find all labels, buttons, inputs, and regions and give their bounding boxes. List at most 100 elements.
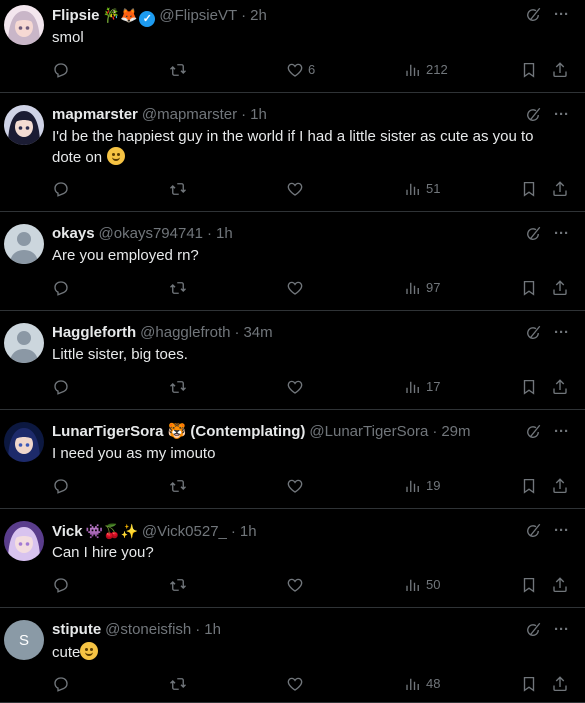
display-name[interactable]: LunarTigerSora 🐯 (Contemplating): [52, 423, 305, 440]
like-icon: [286, 675, 304, 693]
user-handle[interactable]: @LunarTigerSora: [309, 423, 428, 440]
timestamp[interactable]: 1h: [250, 106, 267, 123]
reply-button[interactable]: [52, 674, 70, 694]
views-button[interactable]: 51: [404, 179, 440, 199]
verified-badge-icon: ✓: [139, 11, 156, 27]
avatar[interactable]: [4, 521, 44, 561]
like-button[interactable]: [286, 674, 308, 694]
retweet-button[interactable]: [169, 377, 187, 397]
grok-icon[interactable]: [524, 621, 542, 639]
reply-tweet[interactable]: okays @okays794741 · 1h ··· Are you employed …: [0, 212, 585, 311]
user-handle[interactable]: @FlipsieVT: [159, 7, 237, 24]
reply-tweet[interactable]: Haggleforth @hagglefroth · 34m ··· Little sis…: [0, 311, 585, 410]
retweet-button[interactable]: [169, 60, 187, 80]
share-button[interactable]: [551, 278, 569, 298]
avatar[interactable]: [4, 5, 44, 45]
share-button[interactable]: [551, 674, 569, 694]
share-button[interactable]: [551, 60, 569, 80]
retweet-button[interactable]: [169, 278, 187, 298]
user-handle[interactable]: @stoneisfish: [105, 621, 191, 638]
views-button[interactable]: 97: [404, 278, 440, 298]
timestamp[interactable]: 34m: [243, 324, 272, 341]
retweet-button[interactable]: [169, 575, 187, 595]
display-name[interactable]: Haggleforth: [52, 324, 136, 341]
share-button[interactable]: [551, 179, 569, 199]
retweet-button[interactable]: [169, 179, 187, 199]
user-handle[interactable]: @okays794741: [99, 225, 203, 242]
separator-dot: ·: [432, 423, 438, 440]
reply-button[interactable]: [52, 476, 70, 496]
reply-tweet[interactable]: Vick 👾🍒✨ @Vick0527_ · 1h ··· Can I hire you? 50: [0, 509, 585, 608]
reply-button[interactable]: [52, 60, 70, 80]
like-button[interactable]: [286, 575, 308, 595]
grok-icon[interactable]: [524, 324, 542, 342]
avatar[interactable]: [4, 323, 44, 363]
grok-icon[interactable]: [524, 106, 542, 124]
reply-tweet[interactable]: Sstipute @stoneisfish · 1h ··· cute 48: [0, 608, 585, 703]
views-button[interactable]: 19: [404, 476, 440, 496]
reply-button[interactable]: [52, 179, 70, 199]
user-handle[interactable]: @mapmarster: [142, 106, 237, 123]
avatar[interactable]: [4, 105, 44, 145]
views-icon: [404, 477, 422, 495]
user-handle[interactable]: @hagglefroth: [140, 324, 230, 341]
reply-tweet[interactable]: mapmarster @mapmarster · 1h ··· I'd be the ha…: [0, 93, 585, 212]
timestamp[interactable]: 2h: [250, 7, 267, 24]
display-name[interactable]: Flipsie: [52, 7, 100, 24]
timestamp[interactable]: 1h: [204, 621, 221, 638]
share-icon: [551, 576, 569, 594]
reply-tweet[interactable]: Flipsie 🎋🦊 ✓ @FlipsieVT · 2h ··· smol 6 212: [0, 0, 585, 93]
reply-button[interactable]: [52, 575, 70, 595]
retweet-button[interactable]: [169, 476, 187, 496]
more-options-icon[interactable]: ···: [554, 323, 569, 343]
like-button[interactable]: [286, 278, 308, 298]
reply-tweet[interactable]: LunarTigerSora 🐯 (Contemplating) @LunarTi…: [0, 410, 585, 509]
grok-icon[interactable]: [524, 522, 542, 540]
more-options-icon[interactable]: ···: [554, 5, 569, 25]
avatar[interactable]: S: [4, 620, 44, 660]
avatar[interactable]: [4, 224, 44, 264]
like-button[interactable]: [286, 179, 308, 199]
views-button[interactable]: 212: [404, 60, 448, 80]
bookmark-button[interactable]: [520, 674, 538, 694]
share-button[interactable]: [551, 476, 569, 496]
like-button[interactable]: 6: [286, 60, 315, 80]
share-button[interactable]: [551, 377, 569, 397]
bookmark-button[interactable]: [520, 575, 538, 595]
bookmark-button[interactable]: [520, 179, 538, 199]
views-button[interactable]: 17: [404, 377, 440, 397]
bookmark-button[interactable]: [520, 476, 538, 496]
smiling-face-emoji-icon: [80, 642, 99, 660]
bookmark-button[interactable]: [520, 377, 538, 397]
more-options-icon[interactable]: ···: [554, 422, 569, 442]
display-name[interactable]: okays: [52, 225, 95, 242]
more-options-icon[interactable]: ···: [554, 105, 569, 125]
like-button[interactable]: [286, 377, 308, 397]
timestamp[interactable]: 1h: [240, 523, 257, 540]
reply-button[interactable]: [52, 278, 70, 298]
bookmark-button[interactable]: [520, 60, 538, 80]
tweet-header: Flipsie 🎋🦊 ✓ @FlipsieVT · 2h ···: [52, 5, 585, 27]
display-name[interactable]: mapmarster: [52, 106, 138, 123]
more-options-icon[interactable]: ···: [554, 224, 569, 244]
bookmark-button[interactable]: [520, 278, 538, 298]
grok-icon[interactable]: [524, 6, 542, 24]
views-button[interactable]: 50: [404, 575, 440, 595]
more-options-icon[interactable]: ···: [554, 521, 569, 541]
grok-icon[interactable]: [524, 225, 542, 243]
avatar[interactable]: [4, 422, 44, 462]
share-button[interactable]: [551, 575, 569, 595]
display-name[interactable]: Vick: [52, 523, 83, 540]
grok-icon[interactable]: [524, 423, 542, 441]
views-count: 17: [426, 379, 441, 394]
like-button[interactable]: [286, 476, 308, 496]
more-options-icon[interactable]: ···: [554, 620, 569, 640]
views-button[interactable]: 48: [404, 674, 440, 694]
timestamp[interactable]: 29m: [441, 423, 470, 440]
display-name[interactable]: stipute: [52, 621, 101, 638]
user-handle[interactable]: @Vick0527_: [142, 523, 227, 540]
reply-button[interactable]: [52, 377, 70, 397]
timestamp[interactable]: 1h: [216, 225, 233, 242]
views-icon: [404, 279, 422, 297]
retweet-button[interactable]: [169, 674, 187, 694]
